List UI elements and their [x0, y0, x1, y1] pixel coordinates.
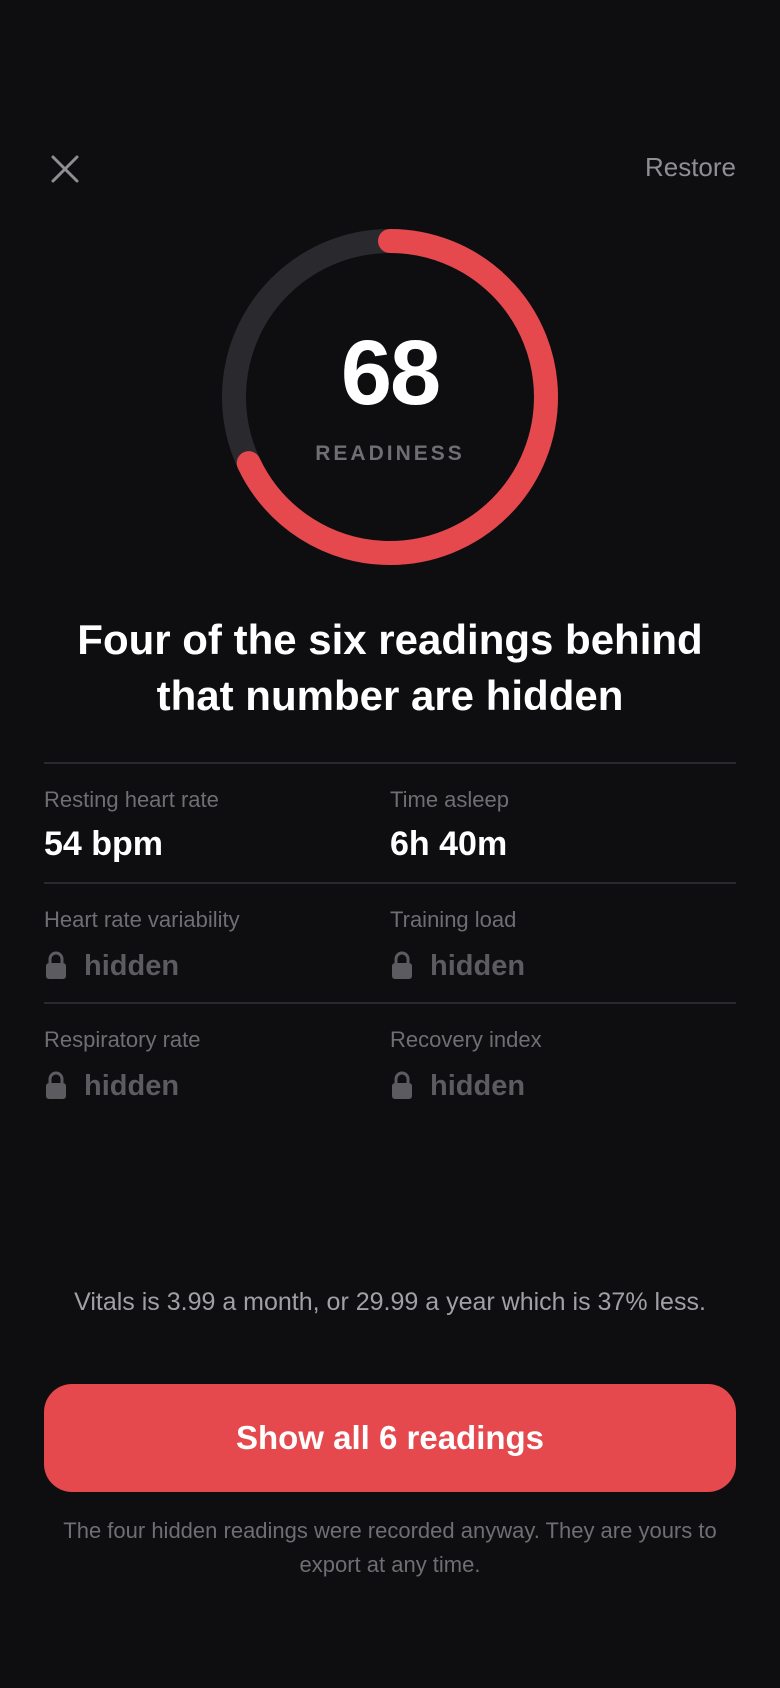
reading-label: Training load [390, 907, 517, 932]
lock-icon [46, 951, 66, 979]
lock-icon [392, 951, 412, 979]
reading-time-asleep: Time asleep 6h 40m [390, 764, 736, 882]
reading-recovery-index[interactable]: Recovery index hidden [390, 1004, 736, 1122]
reading-value: 6h 40m [390, 825, 508, 863]
lock-icon [46, 1071, 66, 1099]
lock-icon [392, 1071, 412, 1099]
reading-training-load[interactable]: Training load hidden [390, 884, 736, 1002]
reading-hidden-value: hidden [390, 1066, 736, 1106]
reading-label: Respiratory rate [44, 1027, 201, 1052]
reading-label: Heart rate variability [44, 907, 240, 932]
reading-hidden-value: hidden [44, 1066, 390, 1106]
close-icon [51, 155, 79, 183]
reading-resting-heart-rate: Resting heart rate 54 bpm [44, 764, 390, 882]
show-all-readings-button[interactable]: Show all 6 readings [44, 1384, 736, 1492]
readings-row: Respiratory rate hidden Recovery index h… [44, 1002, 736, 1122]
reading-value: hidden [84, 949, 180, 982]
pricing-text: Vitals is 3.99 a month, or 29.99 a year … [74, 1288, 706, 1316]
readings-row: Heart rate variability hidden Training l… [44, 882, 736, 1002]
reading-value: hidden [430, 1069, 526, 1102]
reading-value: hidden [84, 1069, 180, 1102]
readiness-label: READINESS [315, 442, 465, 465]
reading-value: hidden [430, 949, 526, 982]
readiness-score: 68 [340, 322, 441, 424]
reading-value: 54 bpm [44, 825, 164, 863]
reading-label: Time asleep [390, 787, 510, 812]
reading-respiratory-rate[interactable]: Respiratory rate hidden [44, 1004, 390, 1122]
restore-button[interactable]: Restore [645, 152, 736, 183]
reading-label: Resting heart rate [44, 787, 219, 812]
close-button[interactable] [44, 148, 86, 190]
reading-label: Recovery index [390, 1027, 542, 1052]
reading-heart-rate-variability[interactable]: Heart rate variability hidden [44, 884, 390, 1002]
readings-grid: Resting heart rate 54 bpm Time asleep 6h… [44, 762, 736, 1122]
headline: Four of the six readings behind that num… [77, 616, 703, 719]
reading-hidden-value: hidden [390, 946, 736, 986]
readiness-ring: 68 READINESS [222, 229, 558, 565]
readings-row: Resting heart rate 54 bpm Time asleep 6h… [44, 762, 736, 882]
reading-hidden-value: hidden [44, 946, 390, 986]
export-footnote: The four hidden readings were recorded a… [63, 1518, 717, 1577]
